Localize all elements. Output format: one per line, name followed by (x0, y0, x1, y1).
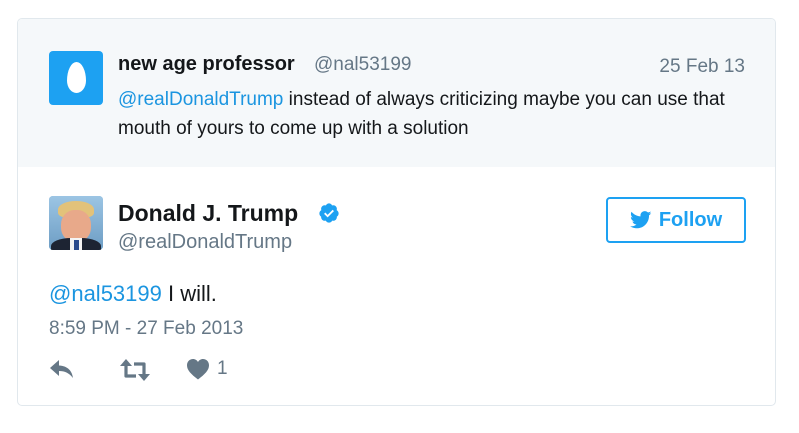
follow-label: Follow (658, 208, 723, 231)
embedded-tweet-card: new age professor @nal53199 25 Feb 13 @r… (17, 18, 776, 406)
parent-tweet-text: @realDonaldTrump instead of always criti… (118, 85, 728, 143)
parent-date[interactable]: 25 Feb 13 (659, 56, 745, 78)
reply-button[interactable] (49, 358, 75, 380)
heart-icon (187, 359, 209, 380)
follow-button[interactable]: Follow (606, 197, 746, 243)
like-button[interactable]: 1 (186, 358, 228, 380)
parent-mention-link[interactable]: @realDonaldTrump (118, 89, 283, 110)
author-handle[interactable]: @realDonaldTrump (118, 231, 292, 254)
tweet-text: @nal53199 I will. (49, 281, 217, 307)
parent-tweet[interactable]: new age professor @nal53199 25 Feb 13 @r… (18, 19, 775, 167)
retweet-button[interactable] (120, 358, 150, 382)
parent-display-name[interactable]: new age professor (118, 53, 295, 76)
author-display-name[interactable]: Donald J. Trump (118, 200, 298, 227)
twitter-bird-icon (629, 211, 652, 229)
tweet-text-body: I will. (161, 281, 217, 306)
like-count: 1 (217, 358, 228, 379)
egg-avatar-icon[interactable] (49, 51, 103, 105)
parent-handle[interactable]: @nal53199 (314, 54, 411, 76)
avatar[interactable] (49, 196, 103, 250)
mention-link[interactable]: @nal53199 (49, 281, 162, 306)
egg-icon (67, 62, 86, 93)
reply-icon (50, 360, 73, 378)
verified-badge-icon (319, 203, 339, 223)
retweet-icon (120, 359, 150, 381)
tweet-timestamp[interactable]: 8:59 PM - 27 Feb 2013 (49, 318, 243, 340)
